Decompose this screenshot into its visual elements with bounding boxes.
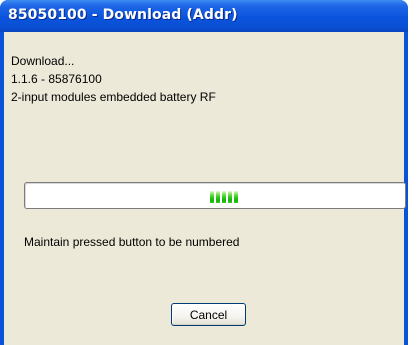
version-label: 1.1.6 - 85876100	[11, 72, 102, 86]
download-progress-bar	[24, 182, 406, 209]
title-bar[interactable]: 85050100 - Download (Addr)	[0, 0, 408, 32]
cancel-button[interactable]: Cancel	[171, 303, 246, 326]
status-message: Maintain pressed button to be numbered	[24, 235, 240, 249]
window-title: 85050100 - Download (Addr)	[8, 7, 238, 23]
progress-chunk	[210, 191, 214, 203]
module-description-label: 2-input modules embedded battery RF	[11, 90, 216, 104]
progress-chunk	[228, 191, 232, 203]
download-dialog-window: 85050100 - Download (Addr) Download... 1…	[0, 0, 408, 345]
download-label: Download...	[11, 54, 75, 68]
progress-chunk	[234, 191, 238, 203]
progress-chunk	[216, 191, 220, 203]
progress-marquee-chunks	[210, 191, 238, 203]
progress-chunk	[222, 191, 226, 203]
